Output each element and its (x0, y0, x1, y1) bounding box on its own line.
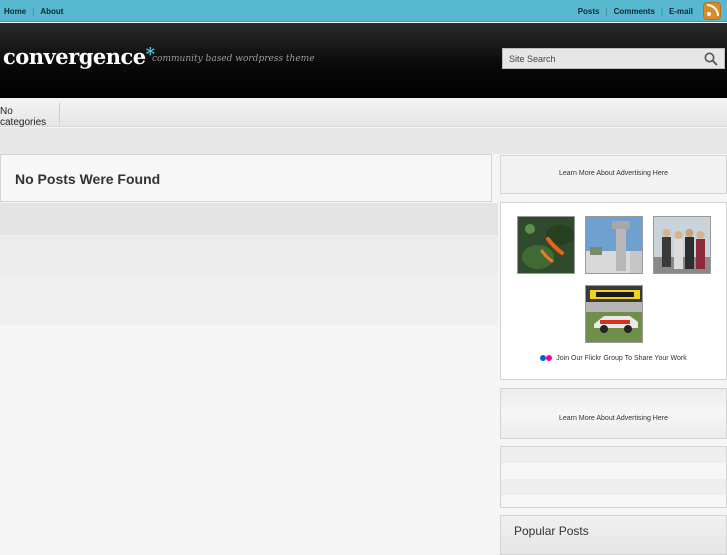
rss-feed-icon[interactable] (703, 2, 721, 20)
nav-link-comments[interactable]: Comments (614, 7, 655, 16)
search-input[interactable] (503, 53, 693, 64)
page-heading: No Posts Were Found (15, 171, 161, 187)
site-tagline: community based wordpress theme (152, 54, 315, 64)
popular-posts-widget: Popular Posts (500, 515, 727, 555)
search-box (502, 48, 725, 69)
site-header: convergence* community based wordpress t… (0, 23, 727, 98)
nav-link-posts[interactable]: Posts (578, 7, 600, 16)
flickr-thumb-koi[interactable] (517, 216, 575, 274)
sidebar-empty-widget (500, 446, 727, 508)
flickr-thumb-statue[interactable] (585, 216, 643, 274)
nav-link-home[interactable]: Home (4, 7, 26, 16)
ad-link-text[interactable]: Learn More About Advertising Here (501, 170, 726, 177)
content-band (0, 203, 498, 235)
nav-link-email[interactable]: E-mail (669, 7, 693, 16)
flickr-thumb-group-photo[interactable] (653, 216, 711, 274)
site-logo[interactable]: convergence* (3, 44, 155, 69)
main-content-box: No Posts Were Found (0, 154, 492, 202)
content-band (0, 275, 498, 325)
flickr-thumb-race-car[interactable] (585, 285, 643, 343)
logo-text: convergence (3, 44, 146, 69)
category-tab[interactable]: No categories (0, 103, 60, 128)
popular-posts-title: Popular Posts (514, 524, 589, 538)
top-nav-left: Home | About (4, 0, 63, 22)
nav-separator: | (605, 6, 608, 16)
nav-link-about[interactable]: About (40, 7, 63, 16)
search-icon[interactable] (704, 52, 718, 66)
sidebar-ad-bottom[interactable]: Learn More About Advertising Here (500, 388, 727, 439)
sidebar-ad-top[interactable]: Learn More About Advertising Here (500, 155, 727, 194)
flickr-join-line[interactable]: Join Our Flickr Group To Share Your Work (501, 355, 726, 362)
flickr-caption[interactable]: Join Our Flickr Group To Share Your Work (556, 355, 686, 362)
content-band (0, 235, 498, 275)
flickr-widget: Join Our Flickr Group To Share Your Work (500, 202, 727, 380)
ad-link-text[interactable]: Learn More About Advertising Here (501, 415, 726, 422)
top-nav-bar: Home | About Posts | Comments | E-mail (0, 0, 727, 22)
flickr-pink-dot-icon (546, 355, 553, 362)
nav-separator: | (660, 6, 663, 16)
divider-strip (0, 128, 727, 154)
top-nav-right: Posts | Comments | E-mail (578, 0, 721, 22)
category-bar: No categories (0, 98, 727, 128)
nav-separator: | (32, 6, 35, 16)
